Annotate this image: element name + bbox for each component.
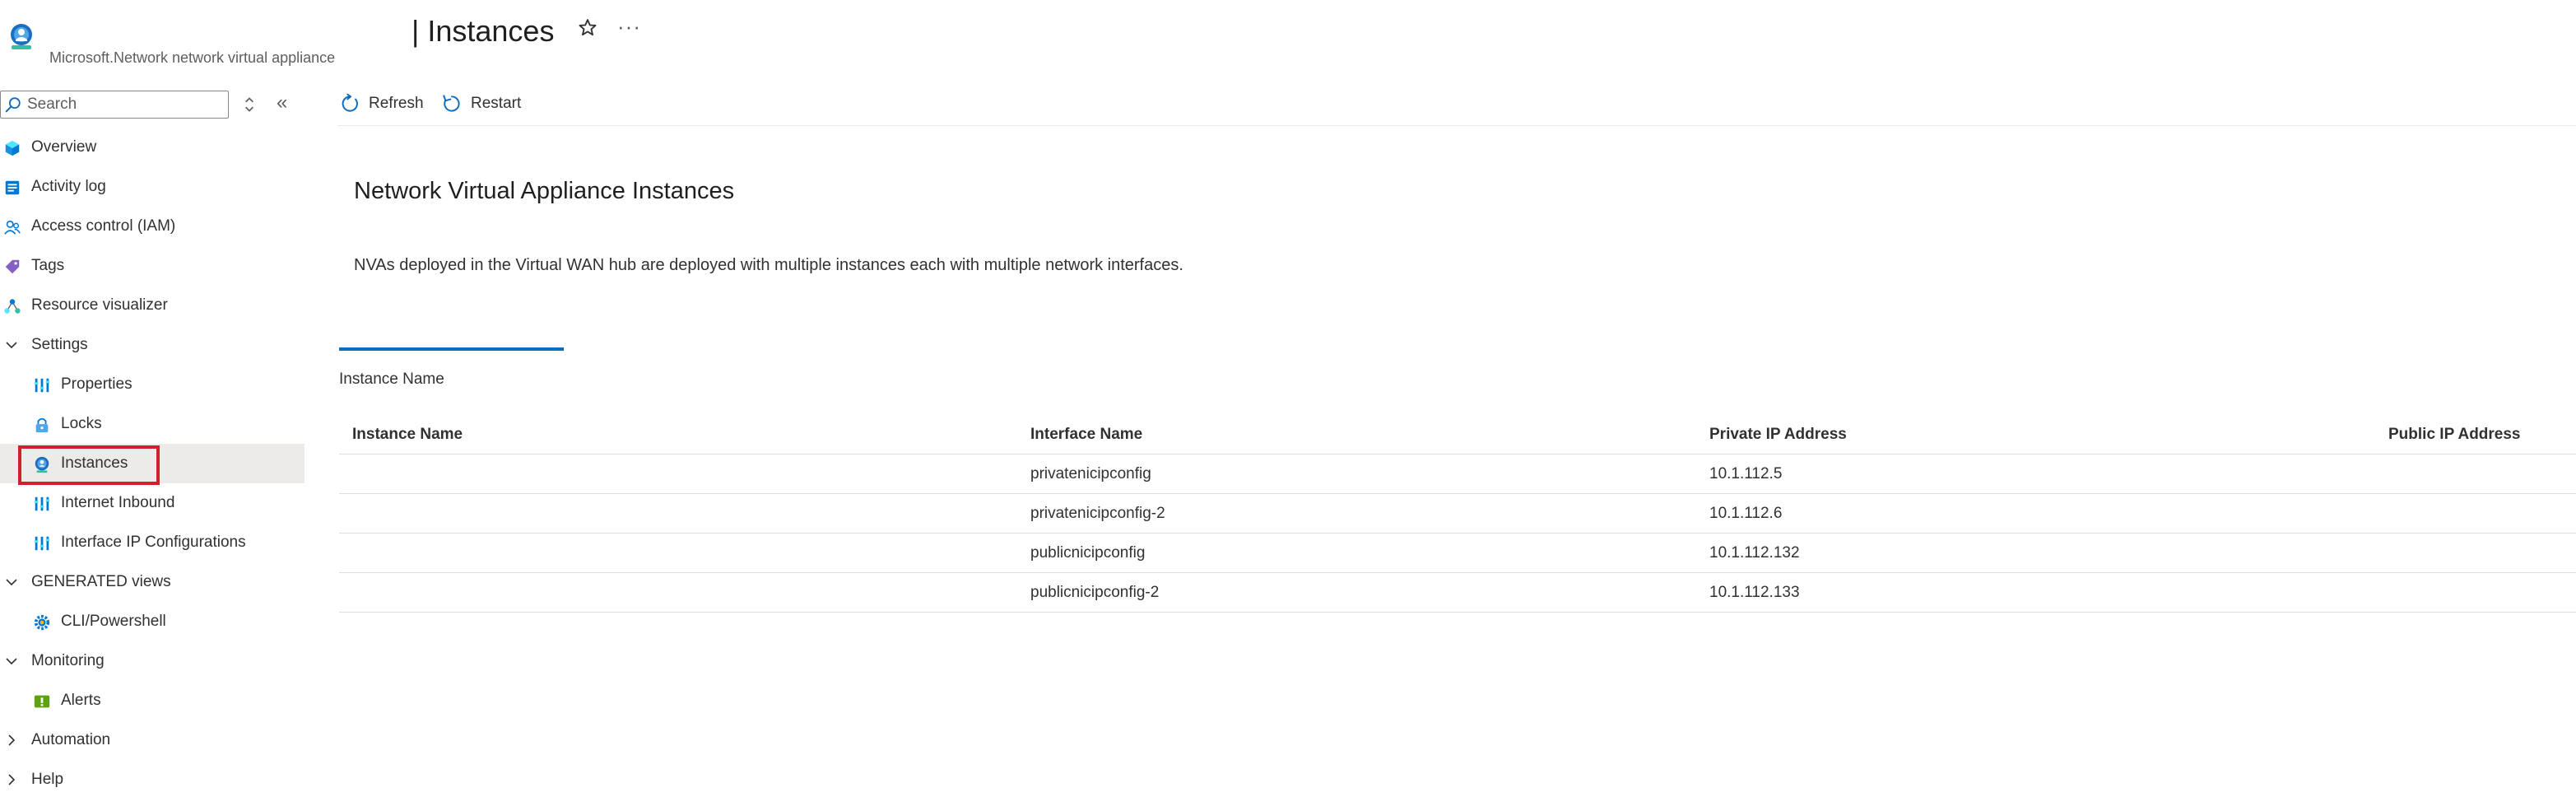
properties-icon bbox=[34, 378, 50, 393]
activity-log-icon bbox=[5, 180, 20, 195]
lock-icon bbox=[35, 417, 49, 433]
section-description: NVAs deployed in the Virtual WAN hub are… bbox=[354, 256, 1183, 274]
sidebar-item-label: Tags bbox=[31, 257, 65, 274]
page-title: | Instances bbox=[412, 14, 555, 48]
sidebar-item-label: Locks bbox=[61, 415, 102, 432]
sidebar-group-generated-views[interactable]: GENERATED views bbox=[0, 562, 305, 602]
private-ip-cell: 10.1.112.5 bbox=[1709, 465, 1783, 482]
sidebar-group-label: Monitoring bbox=[31, 652, 105, 669]
properties-icon bbox=[34, 536, 50, 551]
sidebar-group-label: Help bbox=[31, 771, 64, 788]
star-icon[interactable] bbox=[576, 16, 599, 40]
private-ip-cell: 10.1.112.133 bbox=[1709, 584, 1800, 601]
chevron-right-icon bbox=[8, 774, 16, 785]
network-virtual-appliance-icon bbox=[11, 24, 32, 49]
section-heading: Network Virtual Appliance Instances bbox=[354, 178, 735, 204]
instances-table: Instance Name Interface Name Private IP … bbox=[339, 415, 2576, 613]
sidebar-item-alerts[interactable]: Alerts bbox=[0, 681, 305, 720]
sidebar-item-activity-log[interactable]: Activity log bbox=[0, 167, 305, 207]
chevron-right-icon bbox=[8, 734, 16, 746]
sidebar-group-settings[interactable]: Settings bbox=[0, 325, 305, 365]
tag-icon bbox=[5, 259, 20, 274]
interface-name-cell: publicnicipconfig-2 bbox=[1030, 584, 1160, 601]
sidebar-item-locks[interactable]: Locks bbox=[0, 404, 305, 444]
chevron-down-icon bbox=[6, 658, 17, 665]
sidebar-search-box[interactable] bbox=[0, 91, 229, 119]
instances-icon bbox=[35, 456, 49, 473]
sidebar-item-label: Access control (IAM) bbox=[31, 217, 176, 235]
sidebar-item-properties[interactable]: Properties bbox=[0, 365, 305, 404]
interface-name-cell: publicnicipconfig bbox=[1030, 544, 1146, 562]
private-ip-cell: 10.1.112.132 bbox=[1709, 544, 1800, 562]
table-header-row: Instance Name Interface Name Private IP … bbox=[339, 415, 2576, 454]
app-window: | Instances ··· Microsoft.Network networ… bbox=[0, 0, 2576, 811]
chevron-down-icon bbox=[6, 342, 17, 349]
sidebar-group-monitoring[interactable]: Monitoring bbox=[0, 641, 305, 681]
sidebar-group-label: Settings bbox=[31, 336, 88, 353]
sidebar-item-access-control[interactable]: Access control (IAM) bbox=[0, 207, 305, 246]
visualizer-icon bbox=[4, 299, 21, 314]
active-tab-indicator bbox=[339, 347, 564, 351]
toolbar-divider bbox=[337, 125, 2576, 126]
overview-icon bbox=[5, 140, 20, 156]
sidebar-item-internet-inbound[interactable]: Internet Inbound bbox=[0, 483, 305, 523]
restart-button[interactable]: Restart bbox=[441, 89, 521, 119]
private-ip-cell: 10.1.112.6 bbox=[1709, 505, 1783, 522]
sidebar-item-label: Instances bbox=[61, 454, 128, 472]
table-row[interactable]: publicnicipconfig 10.1.112.132 bbox=[339, 534, 2576, 573]
expand-collapse-all-icon[interactable] bbox=[239, 94, 260, 115]
sidebar-group-help[interactable]: Help bbox=[0, 760, 305, 799]
refresh-icon bbox=[342, 93, 358, 112]
table-row[interactable]: publicnicipconfig-2 10.1.112.133 bbox=[339, 573, 2576, 613]
properties-icon bbox=[34, 496, 50, 511]
sidebar-group-label: Automation bbox=[31, 731, 111, 748]
sidebar-item-label: Overview bbox=[31, 138, 97, 156]
sidebar-item-cli-powershell[interactable]: CLI/Powershell bbox=[0, 602, 305, 641]
iam-people-icon bbox=[4, 220, 21, 235]
sidebar-item-overview[interactable]: Overview bbox=[0, 128, 305, 167]
collapse-sidebar-icon[interactable]: « bbox=[277, 91, 287, 115]
search-icon bbox=[5, 97, 21, 113]
sidebar-item-label: Interface IP Configurations bbox=[61, 534, 246, 551]
sidebar-item-instances[interactable]: Instances bbox=[0, 444, 305, 483]
sidebar-item-label: Properties bbox=[61, 375, 133, 393]
alerts-icon bbox=[34, 695, 50, 708]
refresh-label: Refresh bbox=[369, 95, 424, 112]
sidebar-group-automation[interactable]: Automation bbox=[0, 720, 305, 760]
refresh-button[interactable]: Refresh bbox=[339, 89, 424, 119]
sidebar-item-label: Internet Inbound bbox=[61, 494, 175, 511]
table-row[interactable]: privatenicipconfig 10.1.112.5 bbox=[339, 454, 2576, 494]
column-header[interactable]: Interface Name bbox=[1030, 415, 1142, 454]
chevron-down-icon bbox=[6, 579, 17, 586]
column-header[interactable]: Public IP Address bbox=[2388, 415, 2521, 454]
sidebar-item-resource-visualizer[interactable]: Resource visualizer bbox=[0, 286, 305, 325]
interface-name-cell: privatenicipconfig-2 bbox=[1030, 505, 1165, 522]
more-options-icon[interactable]: ··· bbox=[617, 15, 641, 38]
restart-icon bbox=[443, 95, 460, 112]
sidebar-item-label: Activity log bbox=[31, 178, 106, 195]
sidebar-group-label: GENERATED views bbox=[31, 573, 171, 590]
column-header[interactable]: Instance Name bbox=[352, 415, 463, 454]
sidebar-item-label: Alerts bbox=[61, 692, 101, 709]
sidebar-item-tags[interactable]: Tags bbox=[0, 246, 305, 286]
sidebar-item-label: Resource visualizer bbox=[31, 296, 168, 314]
sidebar-item-label: CLI/Powershell bbox=[61, 613, 166, 630]
interface-name-cell: privatenicipconfig bbox=[1030, 465, 1151, 482]
sidebar-search-input[interactable] bbox=[27, 96, 216, 114]
gear-icon bbox=[34, 614, 50, 631]
instance-name-label: Instance Name bbox=[339, 371, 444, 388]
restart-label: Restart bbox=[471, 95, 522, 112]
table-row[interactable]: privatenicipconfig-2 10.1.112.6 bbox=[339, 494, 2576, 534]
sidebar-item-interface-ip-configurations[interactable]: Interface IP Configurations bbox=[0, 523, 305, 562]
column-header[interactable]: Private IP Address bbox=[1709, 415, 1847, 454]
resource-type-subtitle: Microsoft.Network network virtual applia… bbox=[49, 49, 336, 66]
